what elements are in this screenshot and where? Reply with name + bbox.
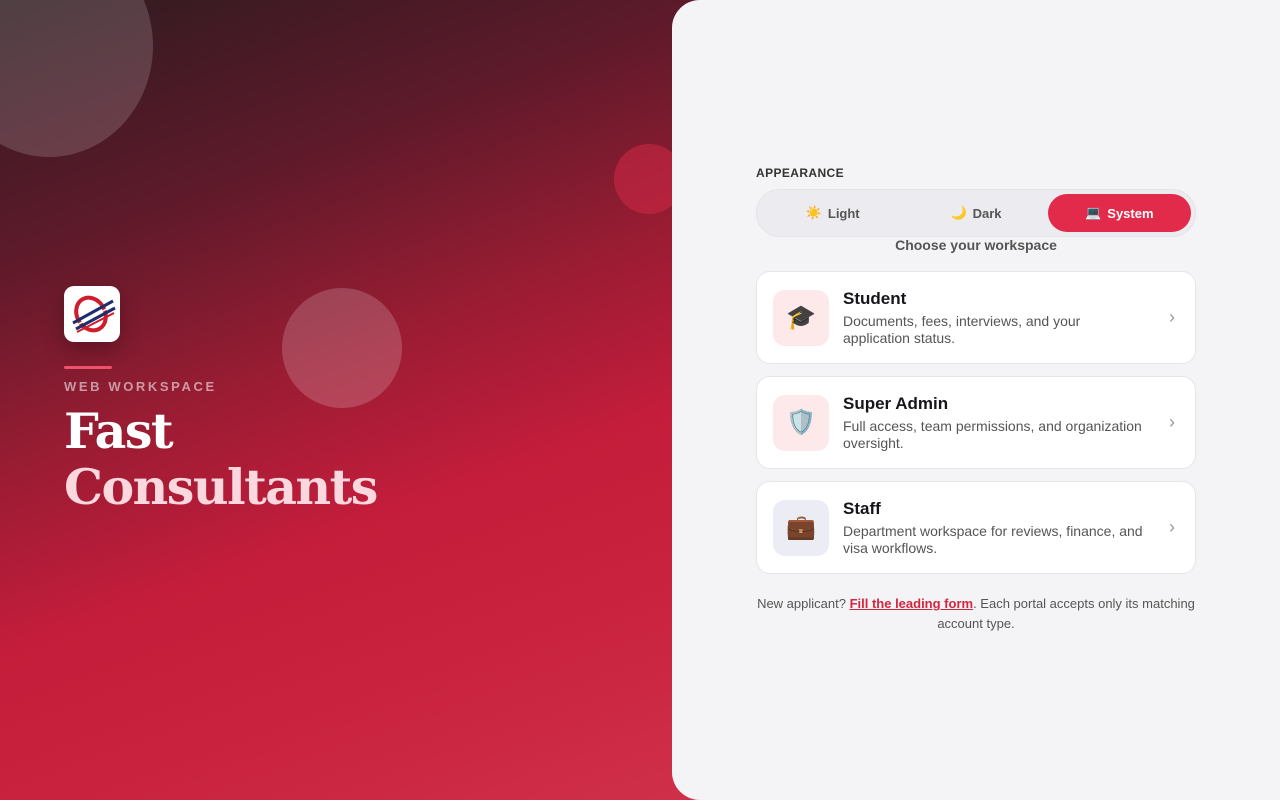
- footer-prefix: New applicant?: [757, 596, 850, 611]
- chevron-right-icon: ›: [1169, 307, 1175, 327]
- theme-option-light[interactable]: ☀️ Light: [761, 194, 904, 232]
- eyebrow-text: WEB WORKSPACE: [64, 379, 217, 394]
- workspace-panel: APPEARANCE ☀️ Light 🌙 Dark 💻 System Choo…: [672, 0, 1280, 800]
- theme-option-dark[interactable]: 🌙 Dark: [904, 194, 1047, 232]
- leading-form-link[interactable]: Fill the leading form: [850, 596, 974, 611]
- workspace-card-staff[interactable]: 💼 Staff Department workspace for reviews…: [756, 481, 1196, 574]
- graduation-cap-icon: 🎓: [773, 289, 829, 346]
- moon-icon: 🌙: [950, 205, 967, 220]
- brand-name-line-2: Consultants: [64, 458, 378, 516]
- briefcase-icon: 💼: [773, 499, 829, 556]
- theme-option-label: System: [1107, 205, 1154, 221]
- decorative-circle: [282, 288, 402, 408]
- theme-option-system[interactable]: 💻 System: [1047, 194, 1191, 232]
- card-title: Student: [843, 288, 907, 308]
- card-title: Super Admin: [843, 393, 949, 413]
- accent-line: [64, 366, 112, 369]
- brand-name: Fast Consultants: [64, 402, 378, 516]
- footer-note: New applicant? Fill the leading form. Ea…: [756, 594, 1196, 634]
- hero-panel: WEB WORKSPACE Fast Consultants: [0, 0, 700, 800]
- fast-consultants-logo-icon: [72, 295, 116, 333]
- shield-icon: 🛡️: [773, 394, 829, 451]
- theme-switcher: ☀️ Light 🌙 Dark 💻 System: [756, 189, 1196, 237]
- laptop-icon: 💻: [1085, 205, 1102, 220]
- workspace-heading: Choose your workspace: [895, 237, 1057, 253]
- chevron-right-icon: ›: [1169, 412, 1175, 432]
- workspace-card-student[interactable]: 🎓 Student Documents, fees, interviews, a…: [756, 271, 1196, 364]
- theme-option-label: Light: [827, 205, 860, 221]
- card-description: Department workspace for reviews, financ…: [843, 522, 1143, 556]
- workspace-card-super-admin[interactable]: 🛡️ Super Admin Full access, team permiss…: [756, 376, 1196, 469]
- decorative-circle: [0, 0, 153, 157]
- brand-name-line-1: Fast: [64, 402, 174, 460]
- chevron-right-icon: ›: [1169, 517, 1175, 537]
- footer-suffix: . Each portal accepts only its matching …: [937, 596, 1195, 631]
- brand-logo: [64, 286, 120, 342]
- theme-option-label: Dark: [972, 205, 1002, 221]
- sun-icon: ☀️: [805, 205, 822, 220]
- appearance-label: APPEARANCE: [756, 166, 845, 180]
- card-description: Full access, team permissions, and organ…: [843, 417, 1142, 451]
- card-title: Staff: [843, 498, 881, 518]
- card-description: Documents, fees, interviews, and your ap…: [843, 312, 1081, 346]
